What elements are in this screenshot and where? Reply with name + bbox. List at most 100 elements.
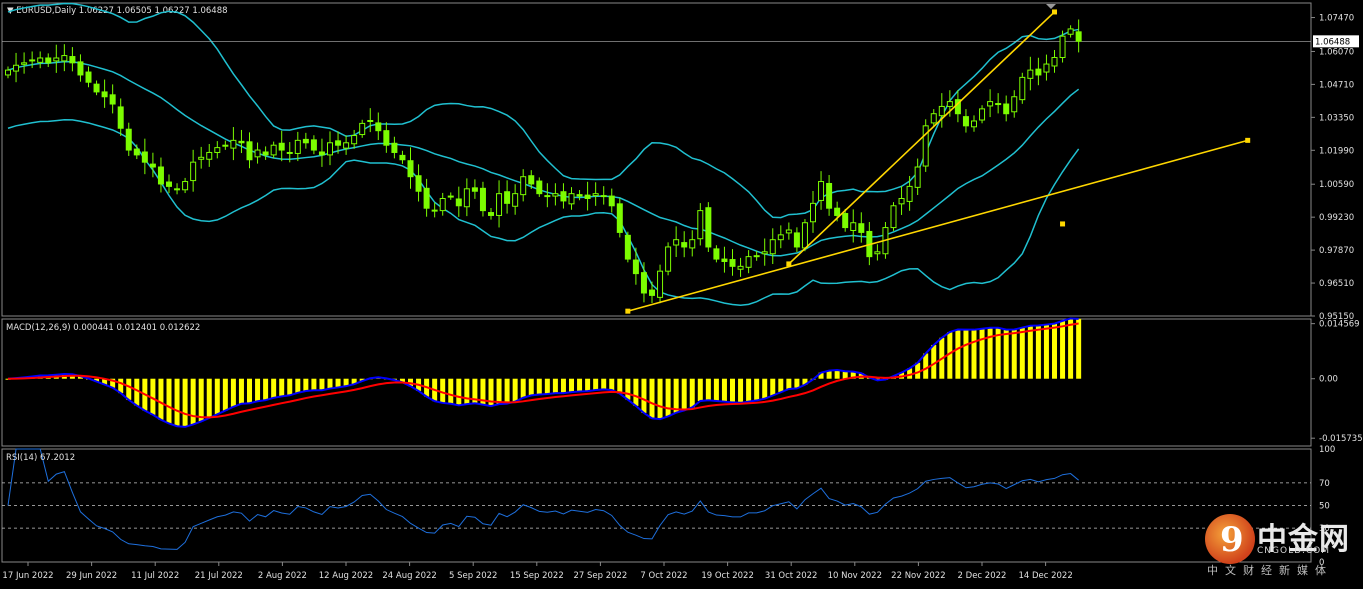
candle-body: [383, 130, 390, 146]
cngold-logo-icon: 9: [1205, 514, 1255, 564]
candle-body: [818, 181, 825, 201]
macd-bar: [585, 378, 591, 392]
candle: [488, 207, 494, 220]
trendline-anchor: [786, 261, 792, 267]
candle-body: [584, 194, 591, 200]
candle: [890, 202, 897, 231]
macd-bar: [681, 378, 687, 411]
chart-svg[interactable]: 1.07470 1.06070 1.04710 1.03350 1.01990 1.005…: [0, 0, 1363, 585]
candle-body: [761, 251, 768, 255]
time-tick-label: 7 Oct 2022: [640, 571, 687, 581]
macd-bar: [544, 378, 550, 394]
candle: [544, 183, 551, 208]
candle-body: [1027, 69, 1034, 79]
candle: [1035, 57, 1042, 86]
candle-body: [512, 193, 519, 207]
macd-bar: [303, 378, 309, 391]
candle: [624, 231, 631, 263]
candle: [254, 142, 261, 164]
candle-body: [367, 119, 374, 122]
candle-body: [190, 161, 197, 182]
candle: [729, 249, 736, 276]
candle-body: [238, 140, 245, 144]
candle: [294, 131, 301, 162]
candle: [898, 186, 905, 215]
candle: [479, 181, 486, 217]
candle-body: [850, 222, 857, 231]
candle-body: [834, 207, 841, 216]
candle-body: [657, 270, 664, 298]
candle: [568, 187, 575, 210]
macd-bar: [786, 378, 792, 389]
macd-bar: [770, 378, 776, 396]
macd-bar: [705, 378, 711, 401]
macd-bar: [311, 378, 317, 391]
candle-body: [13, 64, 20, 72]
candle: [1003, 95, 1010, 122]
macd-label: MACD(12,26,9) 0.000441 0.012401 0.012622: [6, 323, 200, 333]
candle-body: [777, 234, 784, 241]
candle: [962, 109, 969, 133]
chart-window: 1.07470 1.06070 1.04710 1.03350 1.01990 1.005…: [0, 0, 1363, 585]
macd-bar: [730, 378, 735, 403]
price-tick-label: 0.96510: [1319, 279, 1354, 289]
macd-bar: [528, 378, 534, 396]
candle-body: [649, 289, 655, 296]
candle: [785, 222, 792, 240]
trendlines: [625, 9, 1251, 314]
candle-body: [528, 175, 535, 185]
macd-bar: [287, 378, 293, 396]
rsi-tick-label: 70: [1319, 479, 1330, 489]
macd-series: 0.014569 0.00 -0.015735: [5, 317, 1363, 444]
candle-body: [141, 151, 148, 163]
candle-body: [93, 83, 100, 93]
candle: [375, 112, 382, 141]
candle: [174, 183, 181, 195]
macd-bar: [271, 378, 277, 398]
candle: [1019, 72, 1026, 104]
macd-bar: [255, 378, 261, 402]
macd-bar: [319, 378, 325, 391]
shift-marker-icon: [1046, 4, 1056, 9]
candle: [230, 127, 237, 161]
candle-body: [898, 198, 905, 205]
candle-body: [455, 198, 462, 207]
candle: [327, 131, 333, 166]
macd-bar: [166, 378, 172, 424]
time-tick-label: 21 Jul 2022: [195, 571, 243, 581]
candle: [101, 79, 108, 108]
candle: [447, 192, 454, 200]
candle: [906, 175, 913, 211]
macd-tick-label: 0.014569: [1319, 320, 1360, 330]
price-tick-label: 1.01990: [1319, 146, 1354, 156]
candle-body: [214, 147, 221, 153]
candle: [1043, 54, 1050, 81]
candle: [560, 183, 567, 209]
macd-bar: [1060, 320, 1066, 379]
candle-body: [399, 154, 406, 161]
candle: [745, 250, 752, 274]
candle-body: [415, 175, 422, 192]
macd-bar: [1076, 318, 1082, 379]
macd-bar: [335, 378, 341, 388]
time-tick-label: 2 Dec 2022: [958, 571, 1007, 581]
candle: [914, 158, 921, 195]
candle: [133, 144, 140, 160]
macd-bar: [633, 378, 639, 406]
candle-body: [769, 239, 776, 255]
candle: [182, 177, 189, 194]
candle-body: [568, 193, 575, 205]
candle: [657, 264, 664, 304]
candle-body: [520, 176, 527, 196]
candle-body: [689, 239, 696, 249]
macd-bar: [440, 378, 446, 403]
candle: [246, 132, 253, 169]
candle: [512, 184, 519, 215]
watermark-subtitle: 中文财经新媒体: [1207, 564, 1333, 577]
candle: [520, 169, 527, 202]
candle-body: [471, 187, 478, 192]
candle-body: [109, 94, 116, 105]
macd-bar: [762, 378, 768, 399]
candle-body: [101, 91, 108, 98]
candle: [61, 44, 68, 72]
